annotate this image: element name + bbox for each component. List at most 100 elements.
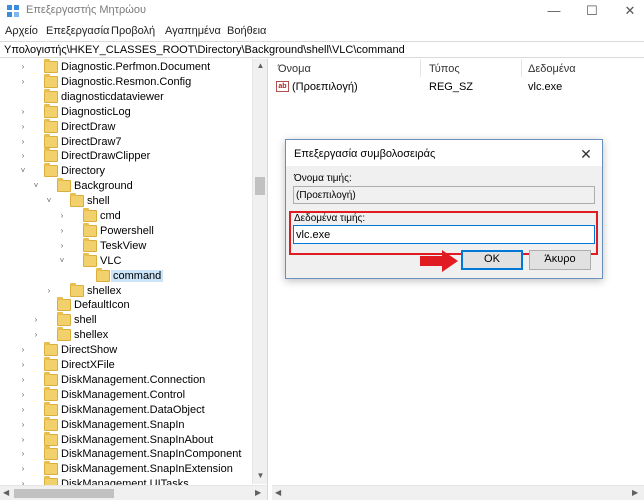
folder-icon: [44, 73, 58, 88]
chevron-right-icon[interactable]: ›: [31, 329, 41, 341]
value-data-input[interactable]: [293, 225, 595, 244]
folder-icon: [44, 163, 58, 178]
scroll-down-icon[interactable]: ▼: [253, 471, 268, 480]
tree-item[interactable]: › cmd: [0, 208, 252, 224]
folder-icon: [44, 446, 58, 461]
chevron-right-icon[interactable]: ›: [18, 404, 28, 416]
chevron-right-icon[interactable]: ›: [18, 434, 28, 446]
folder-icon: [44, 88, 58, 103]
tree-item[interactable]: › DiskManagement.Connection: [0, 371, 252, 388]
tree-item[interactable]: › DiskManagement.SnapIn: [0, 416, 252, 433]
column-header-type[interactable]: Τύπος: [429, 63, 460, 75]
tree-item-label: diagnosticdataviewer: [61, 90, 164, 103]
list-horizontal-scrollbar[interactable]: ◀ ▶: [272, 485, 644, 500]
menu-file[interactable]: Αρχείο: [5, 25, 38, 37]
close-button[interactable]: ✕: [608, 0, 644, 22]
tree-item[interactable]: command: [0, 267, 252, 284]
tree-item[interactable]: › DiskManagement.SnapInComponent: [0, 446, 252, 462]
menu-help[interactable]: Βοήθεια: [227, 25, 266, 37]
menu-view[interactable]: Προβολή: [111, 25, 155, 37]
tree-item[interactable]: › DirectShow: [0, 342, 252, 358]
tree-item[interactable]: ˅ Directory: [0, 163, 252, 179]
chevron-right-icon[interactable]: ›: [18, 463, 28, 475]
chevron-down-icon[interactable]: ˅: [57, 255, 67, 267]
scroll-right-icon[interactable]: ▶: [255, 488, 261, 497]
tree-item[interactable]: › TeskView: [0, 237, 252, 254]
chevron-right-icon[interactable]: ›: [18, 389, 28, 401]
chevron-right-icon[interactable]: ›: [18, 344, 28, 356]
tree-vertical-scrollbar[interactable]: ▲ ▼: [252, 59, 267, 484]
column-separator[interactable]: [420, 59, 421, 77]
tree-item-label: shellex: [74, 329, 109, 342]
tree-item[interactable]: › DirectDraw: [0, 118, 252, 135]
value-name-field: (Προεπιλογή): [293, 186, 595, 204]
cancel-button[interactable]: Άκυρο: [529, 250, 591, 270]
chevron-down-icon[interactable]: ˅: [31, 180, 41, 192]
tree-item[interactable]: DefaultIcon: [0, 297, 252, 313]
scroll-right-icon[interactable]: ▶: [632, 488, 638, 497]
tree-horizontal-scrollbar[interactable]: ◀ ▶: [0, 485, 267, 500]
tree-item[interactable]: ˅ shell: [0, 193, 252, 209]
folder-icon: [70, 282, 84, 297]
chevron-right-icon[interactable]: ›: [18, 359, 28, 371]
chevron-right-icon[interactable]: ›: [18, 106, 28, 118]
chevron-right-icon[interactable]: ›: [57, 225, 67, 237]
scroll-left-icon[interactable]: ◀: [3, 488, 9, 497]
chevron-right-icon[interactable]: ›: [18, 374, 28, 386]
chevron-right-icon[interactable]: ›: [18, 61, 28, 73]
ok-button[interactable]: OK: [461, 250, 523, 270]
chevron-right-icon[interactable]: ›: [18, 76, 28, 88]
chevron-right-icon[interactable]: ›: [44, 285, 54, 297]
tree-item[interactable]: ˅ Background: [0, 178, 252, 194]
address-path[interactable]: Υπολογιστής\HKEY_CLASSES_ROOT\Directory\…: [4, 44, 405, 56]
folder-icon: [44, 371, 58, 386]
chevron-right-icon[interactable]: ›: [57, 240, 67, 252]
tree-item[interactable]: › DirectDraw7: [0, 133, 252, 150]
chevron-right-icon: [18, 91, 28, 103]
tree-item[interactable]: › Powershell: [0, 222, 252, 239]
chevron-right-icon[interactable]: ›: [18, 150, 28, 162]
scroll-left-icon[interactable]: ◀: [275, 488, 281, 497]
scroll-up-icon[interactable]: ▲: [253, 61, 268, 70]
chevron-right-icon[interactable]: ›: [31, 314, 41, 326]
chevron-right-icon[interactable]: ›: [18, 419, 28, 431]
tree-item[interactable]: › Diagnostic.Perfmon.Document: [0, 59, 252, 75]
tree-item-label: shell: [87, 195, 110, 208]
column-header-name[interactable]: Όνομα: [278, 63, 311, 75]
chevron-right-icon[interactable]: ›: [18, 136, 28, 148]
chevron-down-icon[interactable]: ˅: [18, 165, 28, 177]
address-bar[interactable]: Υπολογιστής\HKEY_CLASSES_ROOT\Directory\…: [0, 41, 644, 58]
value-type: REG_SZ: [429, 81, 474, 93]
chevron-right-icon[interactable]: ›: [18, 448, 28, 460]
tree-item[interactable]: › DiskManagement.DataObject: [0, 401, 252, 418]
tree-item[interactable]: › Diagnostic.Resmon.Config: [0, 73, 252, 90]
scroll-thumb[interactable]: [255, 177, 265, 195]
tree-item[interactable]: › DiskManagement.SnapInAbout: [0, 431, 252, 448]
list-item[interactable]: ab (Προεπιλογή) REG_SZ vlc.exe: [272, 79, 644, 95]
column-separator[interactable]: [521, 59, 522, 77]
tree-item[interactable]: › DirectDrawClipper: [0, 148, 252, 164]
tree-item[interactable]: › DiskManagement.Control: [0, 386, 252, 403]
folder-icon: [83, 237, 97, 252]
folder-icon: [44, 103, 58, 118]
column-header-data[interactable]: Δεδομένα: [528, 63, 576, 75]
tree-item-label: DiskManagement.Control: [61, 388, 186, 401]
tree-item-label: DiskManagement.DataObject: [61, 403, 205, 416]
folder-icon: [57, 327, 71, 342]
tree-item[interactable]: diagnosticdataviewer: [0, 88, 252, 105]
menu-edit[interactable]: Επεξεργασία: [46, 25, 109, 37]
menu-favorites[interactable]: Αγαπημένα: [165, 25, 221, 37]
scroll-thumb[interactable]: [14, 489, 114, 498]
tree-item[interactable]: › DirectXFile: [0, 357, 252, 373]
chevron-down-icon[interactable]: ˅: [44, 195, 54, 207]
dialog-close-button[interactable]: ✕: [576, 144, 596, 164]
chevron-right-icon[interactable]: ›: [18, 121, 28, 133]
tree-item[interactable]: › shell: [0, 312, 252, 328]
tree-item[interactable]: › DiskManagement.SnapInExtension: [0, 461, 252, 477]
tree-item[interactable]: › DiagnosticLog: [0, 103, 252, 120]
tree-item[interactable]: › shellex: [0, 282, 252, 299]
tree-item[interactable]: › shellex: [0, 327, 252, 343]
chevron-right-icon[interactable]: ›: [57, 210, 67, 222]
folder-icon: [44, 431, 58, 446]
tree-item[interactable]: ˅ VLC: [0, 252, 252, 269]
